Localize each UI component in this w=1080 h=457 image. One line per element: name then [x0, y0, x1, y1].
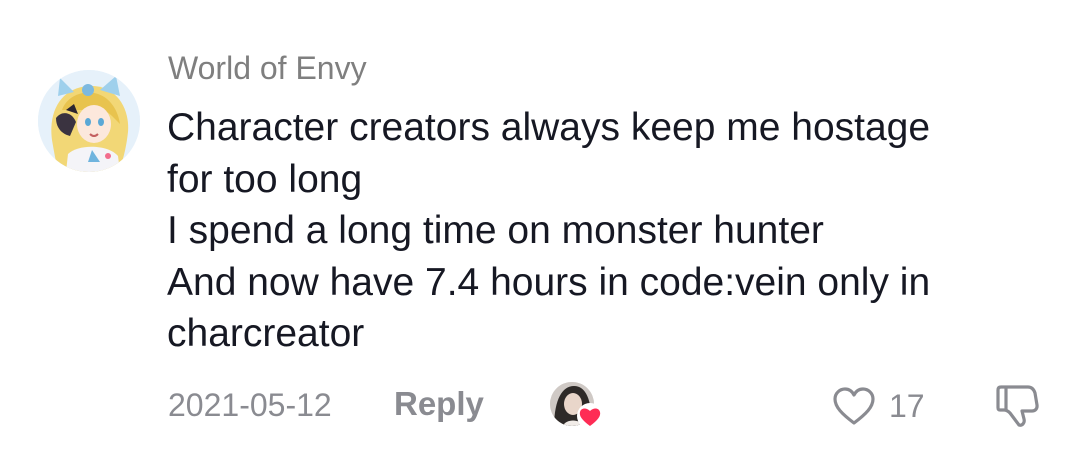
heart-badge-icon: [577, 403, 603, 429]
creator-liked-indicator[interactable]: [548, 380, 604, 432]
dislike-button[interactable]: [994, 383, 1040, 429]
thumbs-down-icon: [996, 385, 1039, 427]
liker-avatar-image: [550, 382, 603, 429]
comment-item: World of Envy Character creators always …: [0, 0, 1080, 457]
reply-button[interactable]: Reply: [394, 385, 484, 423]
comment-date: 2021-05-12: [168, 387, 332, 423]
user-avatar[interactable]: [38, 70, 140, 172]
anime-avatar-image: [38, 70, 140, 172]
heart-outline-icon: [833, 387, 875, 425]
comment-text: Character creators always keep me hostag…: [167, 106, 931, 355]
username[interactable]: World of Envy: [168, 50, 367, 87]
like-count: 17: [889, 388, 925, 424]
like-button[interactable]: [832, 386, 876, 426]
